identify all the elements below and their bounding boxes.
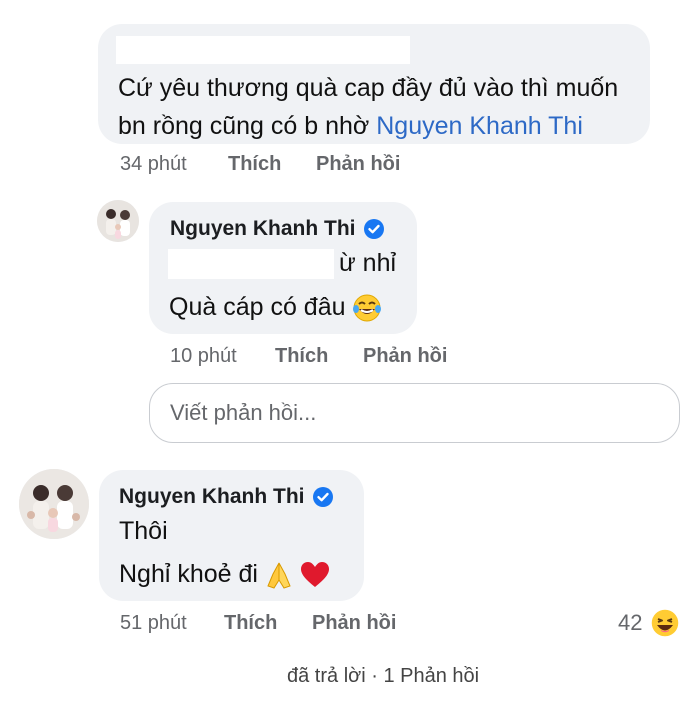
haha-reaction-icon [650, 608, 681, 638]
red-heart-emoji-icon [300, 562, 329, 588]
reply-bubble: Nguyen Khanh Thi ừ nhỉ Quà cáp có đâu [149, 202, 417, 334]
comment-meta: 51 phút Thích Phản hồi [120, 612, 396, 635]
verified-badge-icon [312, 487, 333, 507]
avatar[interactable] [19, 469, 89, 539]
comment-bubble: Nguyen Khanh Thi Thôi Nghỉ khoẻ đi [99, 470, 364, 601]
author-name-text: Nguyen Khanh Thi [119, 485, 305, 508]
comment-meta: 34 phút Thích Phản hồi [120, 153, 400, 176]
reply-text-suffix: ừ nhỉ [339, 249, 397, 277]
author-name[interactable]: Nguyen Khanh Thi [170, 217, 384, 241]
reply-button[interactable]: Phản hồi [312, 612, 396, 635]
comment-time: 51 phút [120, 612, 187, 634]
like-button[interactable]: Thích [228, 153, 316, 176]
like-button[interactable]: Thích [275, 345, 363, 368]
comment-text-line: Nghỉ khoẻ đi [119, 555, 330, 593]
comment-text: Cứ yêu thương quà cap đầy đủ vào thì muố… [118, 69, 618, 145]
reply-meta: 10 phút Thích Phản hồi [170, 345, 447, 368]
avatar-photo-icon [19, 469, 89, 539]
reply-text: Quà cáp có đâu [169, 293, 346, 321]
reply-input[interactable]: Viết phản hồi... [149, 383, 680, 443]
reply-time: 10 phút [170, 345, 237, 367]
reaction-count: 42 [618, 610, 643, 635]
mention-link[interactable]: Nguyen Khanh Thi [376, 112, 583, 140]
comment-text-line: bn rồng cũng có b nhờ Nguyen Khanh Thi [118, 107, 618, 145]
comment-text-line: Cứ yêu thương quà cap đầy đủ vào thì muố… [118, 74, 619, 102]
reply-button[interactable]: Phản hồi [363, 345, 447, 368]
redacted-mention [168, 249, 334, 279]
comment-bubble: Cứ yêu thương quà cap đầy đủ vào thì muố… [98, 24, 650, 144]
reply-button[interactable]: Phản hồi [316, 153, 400, 176]
reply-input-placeholder: Viết phản hồi... [170, 400, 317, 425]
redacted-author-name [116, 36, 410, 64]
avatar-photo-icon [97, 200, 139, 242]
folded-hands-emoji-icon [267, 563, 291, 589]
author-name[interactable]: Nguyen Khanh Thi [119, 485, 333, 509]
replies-summary[interactable]: đã trả lời · 1 Phản hồi [287, 665, 479, 688]
like-button[interactable]: Thích [224, 612, 312, 635]
comment-text-prefix: bn rồng cũng có b nhờ [118, 112, 377, 140]
reply-text-line: Quà cáp có đâu [169, 288, 382, 326]
comment-time: 34 phút [120, 153, 187, 175]
avatar[interactable] [97, 200, 139, 242]
laughing-tears-emoji-icon [353, 294, 382, 322]
reaction-summary[interactable]: 42 [618, 608, 681, 638]
comment-text-line: Thôi [119, 517, 168, 545]
verified-badge-icon [363, 219, 384, 239]
comment-text: Nghỉ khoẻ đi [119, 560, 258, 588]
author-name-text: Nguyen Khanh Thi [170, 217, 356, 240]
